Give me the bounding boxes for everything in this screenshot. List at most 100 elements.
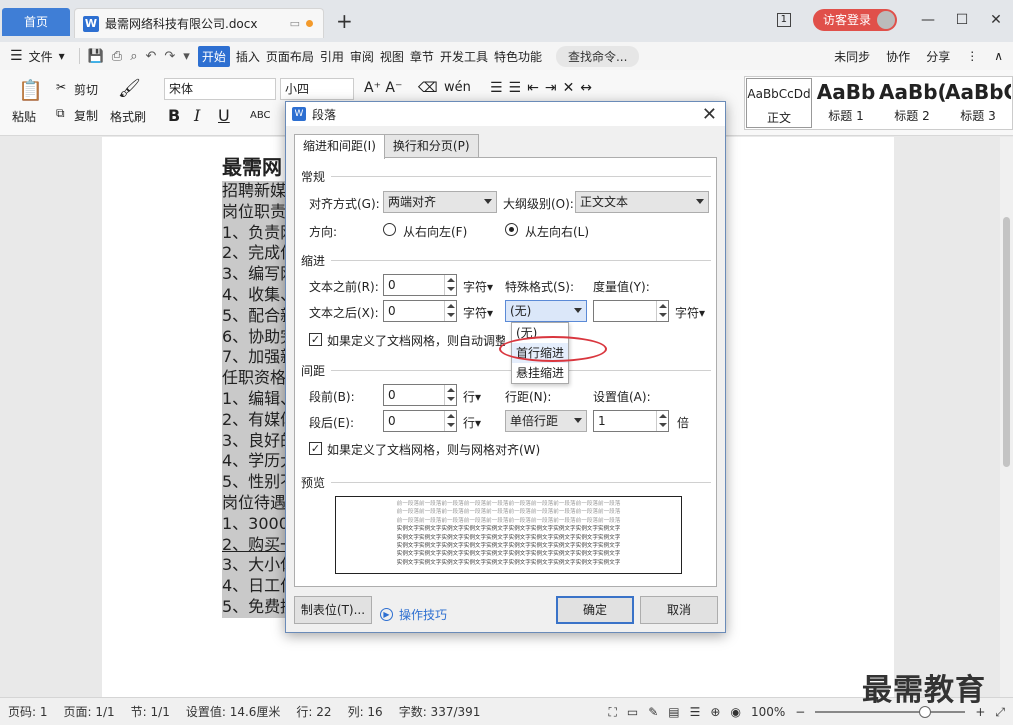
dialog-close-icon[interactable]: ✕ <box>702 104 717 125</box>
eye-protection-icon[interactable]: ◉ <box>730 705 740 719</box>
cut-button[interactable]: 剪切 <box>74 81 98 98</box>
web-view-icon[interactable]: ⊕ <box>710 705 720 719</box>
underline-button[interactable]: U <box>218 106 230 125</box>
close-button[interactable]: ✕ <box>979 12 1013 28</box>
measure-unit[interactable]: 字符▾ <box>675 304 705 321</box>
minimize-button[interactable]: — <box>911 12 945 28</box>
new-tab-button[interactable]: + <box>336 10 353 32</box>
fit-page-icon[interactable]: ⤢ <box>995 705 1005 720</box>
before-text-input[interactable]: 0 <box>383 274 457 296</box>
more-icon[interactable]: ⋮ <box>966 49 978 63</box>
page-view-icon[interactable]: ▤ <box>668 705 679 719</box>
monitor-icon[interactable]: ▭ <box>290 17 300 30</box>
menu-section[interactable]: 章节 <box>410 48 434 65</box>
italic-button[interactable]: I <box>194 106 200 125</box>
zoom-slider[interactable] <box>815 706 966 718</box>
paragraph-tools-icon[interactable]: ☰☰⇤⇥✕↔ <box>490 80 598 96</box>
rtl-label[interactable]: 从右向左(F) <box>403 223 467 240</box>
space-before-unit[interactable]: 行▾ <box>463 388 481 405</box>
status-setting[interactable]: 设置值: 14.6厘米 <box>186 703 281 720</box>
grow-font-icon[interactable]: A⁺ A⁻ <box>364 80 402 96</box>
space-before-input[interactable]: 0 <box>383 384 457 406</box>
command-search[interactable]: 查找命令... <box>555 45 640 67</box>
after-text-unit[interactable]: 字符▾ <box>463 304 493 321</box>
tips-link[interactable]: ▶ 操作技巧 <box>380 606 447 623</box>
copy-icon[interactable]: ⧉ <box>56 106 65 121</box>
print-icon[interactable]: ⎙ <box>112 49 122 64</box>
font-size-select[interactable]: 小四 <box>280 78 354 100</box>
setting-value-input[interactable]: 1 <box>593 410 669 432</box>
menu-developer[interactable]: 开发工具 <box>440 48 488 65</box>
status-word-count[interactable]: 字数: 337/391 <box>399 703 481 720</box>
style-normal[interactable]: AaBbCcDd 正文 <box>746 78 812 128</box>
bold-button[interactable]: B <box>168 106 180 125</box>
format-painter-button[interactable]: 格式刷 <box>110 108 146 125</box>
font-name-select[interactable]: 宋体 <box>164 78 276 100</box>
spin-arrows-icon[interactable] <box>656 301 668 321</box>
after-text-input[interactable]: 0 <box>383 300 457 322</box>
read-mode-icon[interactable]: ▭ <box>627 705 638 719</box>
maximize-button[interactable]: ☐ <box>945 12 979 28</box>
share-button[interactable]: 分享 <box>926 48 950 65</box>
window-count-badge[interactable]: 1 <box>776 13 791 27</box>
spin-arrows-icon[interactable] <box>444 275 456 295</box>
space-after-unit[interactable]: 行▾ <box>463 414 481 431</box>
space-after-input[interactable]: 0 <box>383 410 457 432</box>
measure-input[interactable] <box>593 300 669 322</box>
menu-file[interactable]: 文件 <box>29 48 53 65</box>
paste-button[interactable]: 粘贴 <box>12 108 36 125</box>
tab-home[interactable]: 首页 <box>2 8 70 36</box>
save-icon[interactable]: 💾 <box>88 49 104 64</box>
scrollbar-thumb[interactable] <box>1003 217 1010 467</box>
grid-indent-checkbox[interactable]: ✓ <box>309 333 322 346</box>
format-painter-icon[interactable]: 🖌 <box>118 78 141 99</box>
tab-line-page-break[interactable]: 换行和分页(P) <box>383 134 479 158</box>
dialog-title-bar[interactable]: W 段落 <box>286 102 725 126</box>
menu-insert[interactable]: 插入 <box>236 48 260 65</box>
line-spacing-select[interactable]: 单倍行距 <box>505 410 587 432</box>
cancel-button[interactable]: 取消 <box>640 596 718 624</box>
ltr-label[interactable]: 从左向右(L) <box>525 223 589 240</box>
ltr-radio[interactable] <box>505 223 518 236</box>
clear-format-icon[interactable]: ⌫ <box>418 80 438 96</box>
cut-icon[interactable]: ✂ <box>56 80 66 94</box>
before-text-unit[interactable]: 字符▾ <box>463 278 493 295</box>
zoom-level[interactable]: 100% <box>751 705 785 719</box>
status-section[interactable]: 节: 1/1 <box>131 703 170 720</box>
grid-align-label[interactable]: 如果定义了文档网格，则与网格对齐(W) <box>327 441 540 458</box>
spin-arrows-icon[interactable] <box>656 411 668 431</box>
status-pages[interactable]: 页面: 1/1 <box>64 703 115 720</box>
phonetic-guide-icon[interactable]: wén <box>444 80 471 95</box>
option-hanging-indent[interactable]: 悬挂缩进 <box>512 363 568 383</box>
status-column[interactable]: 列: 16 <box>348 703 383 720</box>
spin-arrows-icon[interactable] <box>444 411 456 431</box>
status-row[interactable]: 行: 22 <box>296 703 331 720</box>
alignment-select[interactable]: 两端对齐 <box>383 191 497 213</box>
menu-view[interactable]: 视图 <box>380 48 404 65</box>
outline-level-select[interactable]: 正文文本 <box>575 191 709 213</box>
file-arrow-icon[interactable]: ▾ <box>59 49 65 63</box>
style-heading-3[interactable]: AaBbC 标题 3 <box>945 77 1011 129</box>
grid-align-checkbox[interactable]: ✓ <box>309 442 322 455</box>
tab-document[interactable]: W 最需网络科技有限公司.docx ▭ <box>74 8 324 38</box>
grid-indent-label[interactable]: 如果定义了文档网格，则自动调整 <box>327 332 505 349</box>
menu-references[interactable]: 引用 <box>320 48 344 65</box>
edit-icon[interactable]: ✎ <box>648 705 658 719</box>
menu-page-layout[interactable]: 页面布局 <box>266 48 314 65</box>
sync-button[interactable]: 未同步 <box>834 48 870 65</box>
ok-button[interactable]: 确定 <box>556 596 634 624</box>
spin-arrows-icon[interactable] <box>444 301 456 321</box>
tab-stops-button[interactable]: 制表位(T)... <box>294 596 372 624</box>
copy-button[interactable]: 复制 <box>74 107 98 124</box>
style-heading-1[interactable]: AaBb 标题 1 <box>813 77 879 129</box>
collapse-ribbon-icon[interactable]: ∧ <box>994 49 1003 63</box>
strikethrough-icon[interactable]: ABC <box>250 110 271 121</box>
print-preview-icon[interactable]: ⌕ <box>130 49 137 64</box>
hamburger-icon[interactable]: ☰ <box>10 48 23 64</box>
spin-arrows-icon[interactable] <box>444 385 456 405</box>
zoom-out-icon[interactable]: − <box>795 705 805 719</box>
style-heading-2[interactable]: AaBb( 标题 2 <box>879 77 945 129</box>
redo-icon[interactable]: ↷ <box>164 49 175 64</box>
paste-icon[interactable]: 📋 <box>18 78 43 102</box>
visitor-login-button[interactable]: 访客登录 <box>812 9 897 31</box>
